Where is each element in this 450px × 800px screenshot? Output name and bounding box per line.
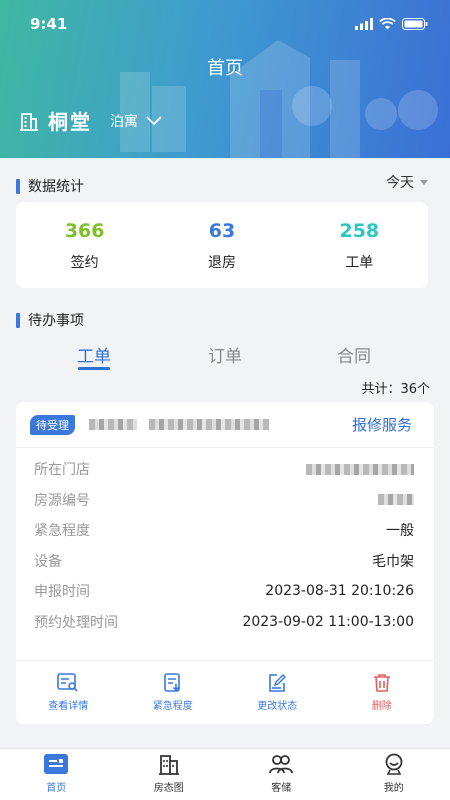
status-time: 9:41	[30, 15, 68, 33]
date-filter-dropdown[interactable]: 今天	[386, 172, 428, 192]
store-type: 泊寓	[110, 113, 138, 130]
stat-signed[interactable]: 366 签约	[16, 202, 153, 288]
stat-label: 签约	[70, 255, 99, 271]
edit-status-icon	[269, 674, 287, 692]
redacted-text	[149, 419, 269, 430]
order-fields: 所在门店 房源编号 紧急程度 一般 设备 毛巾架 申报时间 2023-08-31…	[16, 448, 434, 637]
page-title: 首页	[207, 58, 243, 79]
signal-icon	[355, 18, 373, 30]
delete-button[interactable]: 删除	[330, 661, 435, 724]
work-order-card[interactable]: 待受理 报修服务 所在门店 房源编号 紧急程度 一般 设备 毛巾架 申报时间 2…	[16, 402, 434, 724]
total-count: 共计：36个	[361, 382, 430, 397]
active-tab-indicator	[78, 367, 110, 370]
bottom-nav: 首页 房态图 客储 我的	[0, 748, 450, 800]
redacted-value	[378, 494, 414, 506]
todo-tabs: 工单 订单 合同	[0, 338, 450, 378]
tab-contracts[interactable]: 合同	[314, 342, 394, 367]
main-content: 数据统计 今天 366 签约 63 退房 258 工单 待办事项 工单 订单 合…	[0, 158, 450, 748]
field-appointment-time: 预约处理时间 2023-09-02 11:00-13:00	[34, 613, 414, 631]
caret-down-icon	[420, 179, 428, 185]
field-store: 所在门店	[34, 454, 414, 485]
store-selector[interactable]: 桐堂 泊寓	[18, 106, 162, 135]
chevron-down-icon	[146, 115, 162, 125]
nav-profile[interactable]: 我的	[338, 749, 450, 800]
urgency-icon	[163, 673, 180, 692]
field-report-time: 申报时间 2023-08-31 20:10:26	[34, 583, 414, 601]
service-type: 报修服务	[351, 416, 412, 434]
nav-customers[interactable]: 客储	[225, 749, 338, 800]
tab-orders[interactable]: 订单	[185, 342, 265, 367]
stat-label: 工单	[345, 255, 374, 271]
stat-value: 366	[64, 220, 105, 242]
store-building-icon	[20, 112, 38, 131]
nav-room-status[interactable]: 房态图	[113, 749, 226, 800]
field-room-number: 房源编号	[34, 485, 414, 516]
view-detail-icon	[57, 673, 78, 692]
store-name: 桐堂	[48, 110, 92, 134]
home-icon	[44, 754, 69, 774]
stat-value: 258	[339, 220, 380, 242]
nav-home[interactable]: 首页	[0, 749, 113, 800]
stat-label: 退房	[207, 255, 236, 271]
field-device: 设备 毛巾架	[34, 553, 414, 570]
wifi-icon	[379, 18, 396, 30]
status-bar: 9:41	[30, 12, 428, 36]
view-detail-button[interactable]: 查看详情	[16, 661, 121, 724]
urgency-button[interactable]: 紧急程度	[121, 661, 226, 724]
stat-checkout[interactable]: 63 退房	[153, 202, 290, 288]
change-status-button[interactable]: 更改状态	[225, 661, 330, 724]
todo-section-title: 待办事项	[16, 310, 84, 330]
field-urgency: 紧急程度 一般	[34, 523, 414, 540]
battery-icon	[402, 18, 428, 30]
stat-workorders[interactable]: 258 工单	[291, 202, 428, 288]
stat-value: 63	[208, 220, 236, 242]
stats-card: 366 签约 63 退房 258 工单	[16, 202, 428, 288]
status-badge: 待受理	[30, 414, 75, 435]
card-header: 待受理 报修服务	[16, 402, 434, 448]
stats-section-title: 数据统计	[16, 176, 84, 196]
customers-icon	[269, 755, 294, 774]
building-icon	[158, 755, 179, 775]
redacted-text	[89, 419, 137, 430]
card-actions: 查看详情 紧急程度 更改状态 删除	[16, 660, 434, 724]
trash-icon	[373, 674, 390, 692]
redacted-value	[306, 463, 414, 475]
profile-icon	[385, 753, 403, 775]
tab-workorders[interactable]: 工单	[54, 342, 134, 367]
app-header: 9:41 首页 桐堂 泊寓	[0, 0, 450, 158]
